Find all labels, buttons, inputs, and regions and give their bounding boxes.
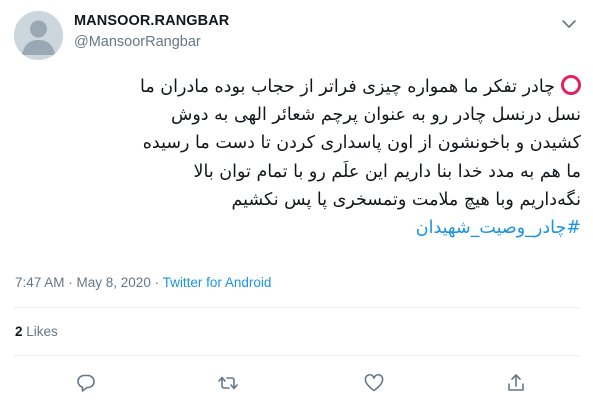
reply-icon[interactable] bbox=[75, 372, 97, 394]
meta-separator: · bbox=[150, 275, 163, 290]
meta-separator: · bbox=[64, 275, 77, 290]
tweet-text-line-content: چادر تفکر ما همواره چیزی فراتر از حجاب ب… bbox=[140, 77, 555, 97]
default-avatar-icon bbox=[14, 11, 63, 60]
red-circle-icon bbox=[561, 75, 581, 95]
tweet-text-line: چادر تفکر ما همواره چیزی فراتر از حجاب ب… bbox=[13, 73, 581, 101]
hashtag-link[interactable]: #چادر_وصیت_شهیدان bbox=[416, 218, 581, 238]
user-handle[interactable]: @MansoorRangbar bbox=[74, 34, 201, 50]
likes-count[interactable]: 2 Likes bbox=[15, 324, 58, 339]
tweet-text-line: نسل درنسل چادر رو به عنوان پرچم شعائر ال… bbox=[170, 105, 581, 126]
tweet-time[interactable]: 7:47 AM bbox=[15, 275, 65, 290]
tweet-text-line: ما هم به مدد خدا بنا داریم این علَم رو ب… bbox=[193, 161, 581, 182]
avatar[interactable] bbox=[14, 11, 63, 60]
tweet-text: چادر تفکر ما همواره چیزی فراتر از حجاب ب… bbox=[13, 73, 581, 242]
likes-number: 2 bbox=[15, 324, 23, 339]
tweet-card: MANSOOR.RANGBAR @MansoorRangbar چادر تفک… bbox=[0, 0, 593, 409]
divider bbox=[14, 355, 579, 356]
tweet-text-line: #چادر_وصیت_شهیدان bbox=[13, 214, 581, 242]
retweet-icon[interactable] bbox=[217, 372, 239, 394]
chevron-down-icon[interactable] bbox=[559, 14, 579, 34]
like-icon[interactable] bbox=[363, 372, 385, 394]
tweet-source-link[interactable]: Twitter for Android bbox=[163, 275, 272, 290]
tweet-date[interactable]: May 8, 2020 bbox=[77, 275, 151, 290]
tweet-text-line: کشیدن و باخونشون از اون پاسداری کردن تا … bbox=[142, 133, 581, 154]
user-display-name[interactable]: MANSOOR.RANGBAR bbox=[74, 13, 229, 29]
tweet-text-line: نگه‌داریم وبا هیچ ملامت وتمسخری پا پس نک… bbox=[231, 189, 581, 210]
share-icon[interactable] bbox=[505, 372, 527, 394]
divider bbox=[14, 307, 579, 308]
likes-label: Likes bbox=[26, 324, 58, 339]
tweet-meta: 7:47 AM · May 8, 2020 · Twitter for Andr… bbox=[15, 275, 271, 290]
